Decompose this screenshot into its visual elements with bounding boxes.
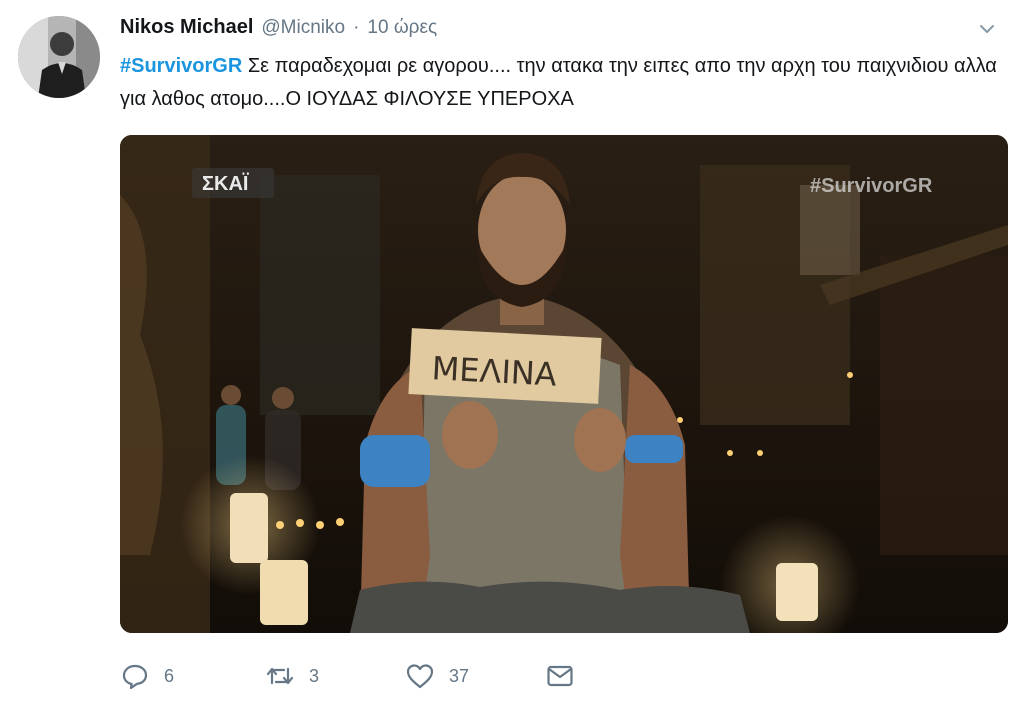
retweet-icon <box>266 667 294 685</box>
separator-dot: · <box>353 17 360 38</box>
chevron-down-icon <box>980 25 994 33</box>
channel-logo: ΣΚΑΪ <box>202 172 249 195</box>
tweet-actions: 6 3 37 <box>120 656 585 696</box>
hashtag-link[interactable]: #SurvivorGR <box>120 55 242 77</box>
retweet-count: 3 <box>309 665 320 686</box>
direct-message-button[interactable] <box>545 661 585 691</box>
tweet-body: Σε παραδεχομαι ρε αγορου.... την ατακα τ… <box>120 55 997 110</box>
sign-text: ΜΕΛΙΝΑ <box>431 349 558 393</box>
envelope-icon <box>547 665 573 687</box>
reply-button[interactable]: 6 <box>120 661 265 691</box>
more-options-button[interactable] <box>976 18 998 40</box>
video-still: ΜΕΛΙΝΑ ΣΚΑΪ #SurvivorGR <box>120 135 1008 633</box>
heart-icon <box>406 664 434 689</box>
reply-icon <box>122 664 148 690</box>
tweet-header: Nikos Michael @Micniko · 10 ώρες <box>120 16 437 42</box>
reply-count: 6 <box>164 665 175 686</box>
avatar[interactable] <box>18 16 100 98</box>
like-count: 37 <box>449 665 470 686</box>
timestamp[interactable]: 10 ώρες <box>367 17 437 39</box>
retweet-button[interactable]: 3 <box>265 661 405 691</box>
avatar-image <box>18 16 100 98</box>
watermark-text: #SurvivorGR <box>810 175 933 197</box>
tweet-text: #SurvivorGR Σε παραδεχομαι ρε αγορου....… <box>120 50 1000 116</box>
like-button[interactable]: 37 <box>405 661 545 691</box>
tweet-media[interactable]: ΜΕΛΙΝΑ ΣΚΑΪ #SurvivorGR <box>120 135 1008 633</box>
author-name[interactable]: Nikos Michael <box>120 16 253 39</box>
author-handle[interactable]: @Micniko <box>261 17 345 39</box>
